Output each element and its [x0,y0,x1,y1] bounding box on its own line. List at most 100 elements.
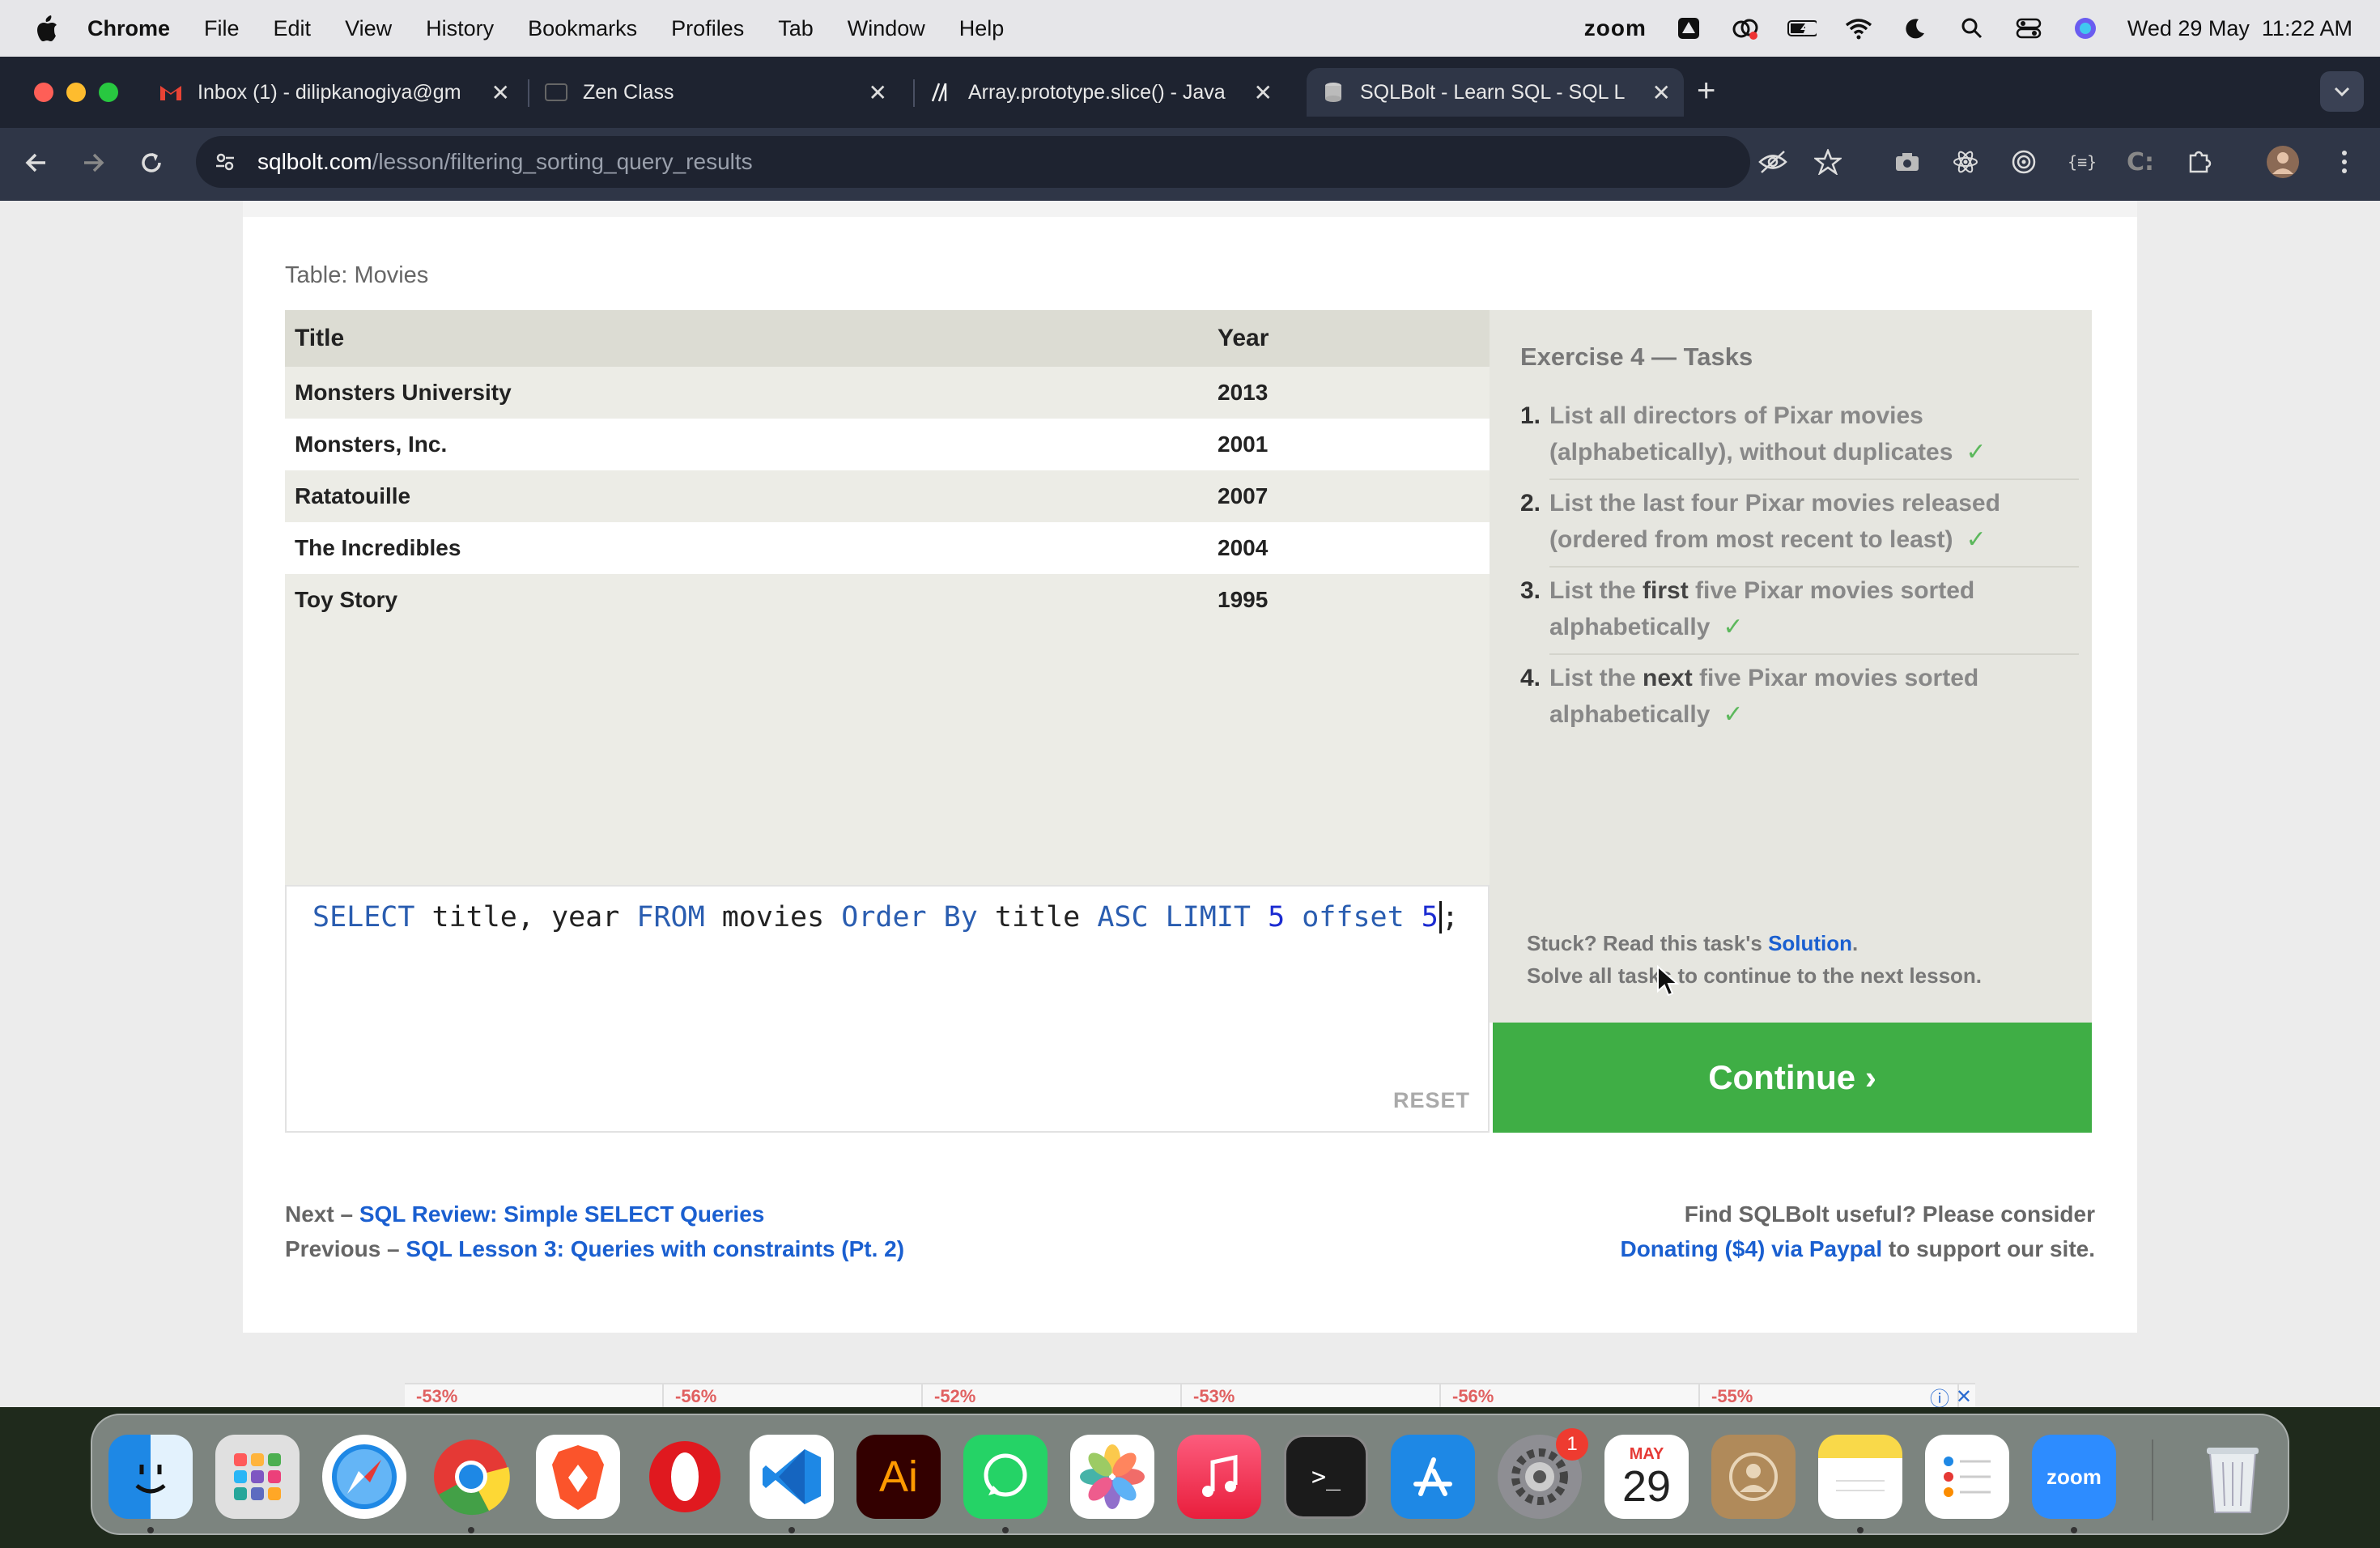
menu-app-name[interactable]: Chrome [87,16,170,41]
close-icon[interactable]: ✕ [1956,1385,1972,1408]
tab-gmail[interactable]: Inbox (1) - dilipkanogiya@gm ✕ [159,68,523,117]
reset-button[interactable]: RESET [1393,1088,1470,1113]
sql-editor[interactable]: SELECT title, year FROM movies Order By … [285,885,1490,1133]
camera-extension-icon[interactable] [1889,144,1925,180]
focus-moon-icon[interactable] [1901,14,1930,43]
sql-text: title, year [414,901,637,933]
tab-close-icon[interactable]: ✕ [1254,79,1273,106]
donate-link[interactable]: Donating ($4) via Paypal [1620,1236,1882,1261]
profile-avatar[interactable] [2265,144,2301,180]
menu-profiles[interactable]: Profiles [671,16,744,41]
menu-view[interactable]: View [345,16,392,41]
table-row: Monsters, Inc. 2001 [285,419,1490,470]
tab-title: Zen Class [583,80,674,104]
tab-close-icon[interactable]: ✕ [491,79,510,106]
control-center-icon[interactable] [2014,14,2043,43]
spotlight-search-icon[interactable] [1957,14,1987,43]
menu-edit[interactable]: Edit [274,16,312,41]
continue-button[interactable]: Continue › [1493,1023,2092,1133]
menu-history[interactable]: History [426,16,494,41]
site-info-icon[interactable] [209,146,241,178]
reload-button[interactable] [133,144,170,181]
address-bar[interactable]: sqlbolt.com/lesson/filtering_sorting_que… [196,136,1750,188]
back-button[interactable] [18,144,55,181]
music-icon[interactable] [1177,1435,1261,1519]
whatsapp-icon[interactable] [963,1435,1048,1519]
notes-icon[interactable] [1818,1435,1902,1519]
menubar-clock[interactable]: Wed 29 May 11:22 AM [2127,16,2352,41]
menu-bar: Chrome File Edit View History Bookmarks … [0,0,2380,57]
ad-close-icon[interactable]: ⓘ ✕ [1927,1383,1975,1408]
tab-divider [528,79,529,107]
menu-help[interactable]: Help [959,16,1005,41]
vscode-icon[interactable] [750,1435,834,1519]
sql-keyword: SELECT [312,901,415,933]
react-devtools-icon[interactable] [1948,144,1983,180]
tab-close-icon[interactable]: ✕ [1652,79,1671,106]
siri-icon[interactable] [2071,14,2100,43]
eye-hidden-icon[interactable] [1755,144,1791,180]
task-number: 1. [1520,402,1541,429]
zoom-menu-extra[interactable]: zoom [1584,15,1647,41]
ad-banner[interactable]: -53% -56% -52% -53% -56% -55% ⓘ ✕ [405,1383,1975,1407]
ad-item[interactable]: -53% [1182,1384,1441,1407]
tab-zen-class[interactable]: Zen Class ✕ [544,68,900,117]
ad-item[interactable]: -52% [923,1384,1182,1407]
illustrator-icon[interactable]: Ai [856,1435,941,1519]
tab-sqlbolt[interactable]: SQLBolt - Learn SQL - SQL L ✕ [1307,68,1684,117]
next-lesson-link[interactable]: SQL Review: Simple SELECT Queries [359,1201,765,1227]
creative-cloud-icon[interactable] [1731,14,1760,43]
chrome-icon[interactable] [429,1435,513,1519]
apple-icon[interactable] [31,12,63,45]
menu-bookmarks[interactable]: Bookmarks [528,16,637,41]
appstore-icon[interactable] [1391,1435,1475,1519]
ad-item[interactable]: -53% [405,1384,664,1407]
forward-button[interactable] [74,144,112,181]
tab-divider [913,79,915,107]
page-top-strip [243,201,2137,217]
contacts-icon[interactable] [1711,1435,1796,1519]
terminal-icon[interactable]: >_ [1284,1435,1368,1519]
solution-link[interactable]: Solution [1768,931,1852,955]
ad-item[interactable]: -56% [1441,1384,1700,1407]
sql-query[interactable]: SELECT title, year FROM movies Order By … [312,901,1459,933]
window-close-button[interactable] [34,83,53,102]
donation-note: Find SQLBolt useful? Please consider Don… [1620,1197,2095,1266]
safari-icon[interactable] [322,1435,406,1519]
zoom-icon[interactable]: zoom [2032,1435,2116,1519]
column-header-title: Title [295,325,345,351]
tab-search-button[interactable] [2320,71,2364,112]
launchpad-icon[interactable] [215,1435,300,1519]
settings-icon[interactable]: 1 [1498,1428,1588,1519]
extensions-puzzle-icon[interactable] [2181,144,2216,180]
brave-icon[interactable] [536,1435,620,1519]
calendar-icon[interactable]: MAY 29 [1604,1435,1689,1519]
finder-icon[interactable] [108,1435,193,1519]
photos-icon[interactable] [1070,1435,1154,1519]
opera-icon[interactable] [643,1435,727,1519]
target-extension-icon[interactable] [2006,144,2042,180]
json-extension-icon[interactable]: {≡} [2064,144,2100,180]
trash-icon[interactable] [2191,1435,2275,1519]
ad-item[interactable]: -56% [664,1384,923,1407]
css-extension-icon[interactable]: C: [2123,144,2158,180]
drive-icon[interactable] [1674,14,1703,43]
previous-lesson-link[interactable]: SQL Lesson 3: Queries with constraints (… [406,1236,904,1261]
window-zoom-button[interactable] [99,83,118,102]
ad-info-icon[interactable]: ⓘ [1930,1383,1949,1408]
tab-mdn[interactable]: Array.prototype.slice() - Java ✕ [929,68,1286,117]
battery-icon[interactable] [1787,14,1817,43]
bookmark-star-icon[interactable] [1810,144,1846,180]
menu-window[interactable]: Window [848,16,925,41]
window-minimize-button[interactable] [66,83,86,102]
tab-close-icon[interactable]: ✕ [869,79,887,106]
menu-tab[interactable]: Tab [778,16,814,41]
reminders-icon[interactable] [1925,1435,2009,1519]
task-text-emphasis: next [1643,665,1693,691]
ad-item[interactable]: -55% [1700,1384,1959,1407]
menu-file[interactable]: File [204,16,240,41]
new-tab-button[interactable]: + [1697,73,1715,109]
chrome-menu-icon[interactable] [2327,144,2362,180]
wifi-icon[interactable] [1844,14,1873,43]
